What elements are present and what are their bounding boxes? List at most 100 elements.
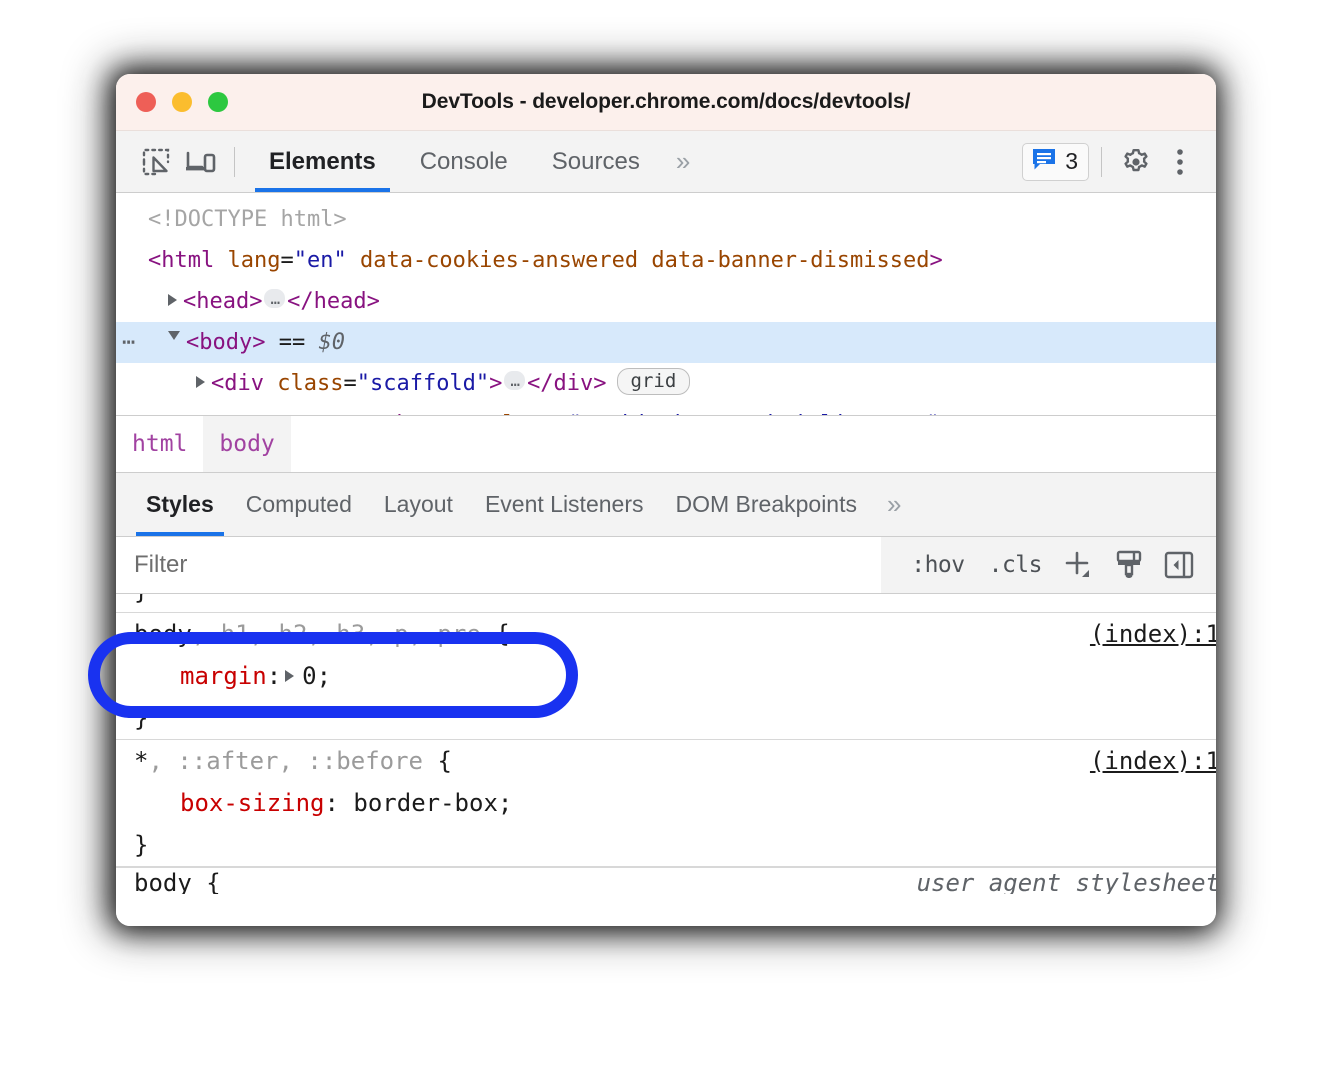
declaration-property-2[interactable]: box-sizing <box>180 789 325 817</box>
selector-matched-universal[interactable]: * <box>134 747 148 775</box>
declaration-colon-2: : <box>325 789 339 817</box>
gear-icon[interactable] <box>1114 140 1158 184</box>
screenshot-stage: DevTools - developer.chrome.com/docs/dev… <box>0 0 1328 1070</box>
div-attr-class-value: "scaffold" <box>357 371 489 396</box>
paintbrush-icon[interactable] <box>1106 543 1152 587</box>
collapse-triangle-body-icon[interactable] <box>168 331 180 346</box>
devtools-main-toolbar: Elements Console Sources » <box>116 131 1216 193</box>
body-eq: == <box>279 330 306 355</box>
tab-console-label: Console <box>420 148 508 176</box>
tab-layout[interactable]: Layout <box>368 473 469 536</box>
tab-sources[interactable]: Sources <box>530 131 662 192</box>
toggle-cls-label: .cls <box>989 552 1042 578</box>
dom-row-doctype[interactable]: <!DOCTYPE html> <box>116 199 1216 240</box>
tab-layout-label: Layout <box>384 491 453 518</box>
breadcrumb-item-html[interactable]: html <box>116 416 203 472</box>
html-tag-open: <html <box>148 248 214 273</box>
banner-attr-class-value: "cookie-banner hairline-top" <box>569 412 940 415</box>
device-toolbar-icon[interactable] <box>178 140 222 184</box>
style-rule-universal[interactable]: *, ::after, ::before { (index):1 box-siz… <box>116 740 1216 867</box>
dom-row-body[interactable]: ⋯<body> == $0 <box>116 322 1216 363</box>
selector-body-ua[interactable]: body { <box>134 869 221 894</box>
tab-sources-label: Sources <box>552 148 640 176</box>
declaration-property[interactable]: margin <box>180 662 267 690</box>
div-attr-eq: = <box>343 371 356 396</box>
more-panels-chevron-icon[interactable]: » <box>662 131 700 192</box>
dom-tree-panel[interactable]: <!DOCTYPE html> <html lang="en" data-coo… <box>116 193 1216 415</box>
body-tag: <body> <box>186 330 265 355</box>
tab-event-listeners[interactable]: Event Listeners <box>469 473 660 536</box>
tab-elements[interactable]: Elements <box>247 131 398 192</box>
three-dot-menu-icon[interactable] <box>1158 140 1202 184</box>
style-rule-closing-brace: } <box>134 704 148 732</box>
style-rule-user-agent-clipped[interactable]: body { user agent stylesheet <box>116 867 1216 894</box>
collapsed-children-badge-div[interactable]: … <box>504 371 525 390</box>
style-rule-closing-brace-row-2: } <box>134 824 1216 866</box>
tab-styles-label: Styles <box>146 491 214 518</box>
head-tag-close: </head> <box>287 289 380 314</box>
style-rule-closing-brace-row: } <box>134 697 1216 739</box>
div-tag-open: <div <box>211 371 277 396</box>
declaration-box-sizing[interactable]: box-sizing: border-box; <box>134 782 1216 824</box>
styles-rules-pane[interactable]: } body, h1, h2, h3, p, pre { (index):1 m… <box>116 594 1216 926</box>
expand-triangle-div-icon[interactable] <box>196 376 205 388</box>
style-origin-link-2[interactable]: (index):1 <box>1090 740 1216 782</box>
breadcrumb-item-body-label: body <box>219 431 274 457</box>
declaration-value[interactable]: 0 <box>302 662 316 690</box>
div-tag-close: </div> <box>527 371 606 396</box>
style-origin-link[interactable]: (index):1 <box>1090 613 1216 655</box>
expand-triangle-head-icon[interactable] <box>168 294 177 306</box>
previous-rule-clipped: } <box>116 594 1216 612</box>
style-rule-selector-row[interactable]: body, h1, h2, h3, p, pre { (index):1 <box>134 613 1216 655</box>
head-tag-open: <head> <box>183 289 262 314</box>
styles-filter-input[interactable]: Filter <box>134 551 187 579</box>
selector-unmatched-pseudo[interactable]: , ::after, ::before <box>148 747 423 775</box>
dom-row-html[interactable]: <html lang="en" data-cookies-answered da… <box>116 240 1216 281</box>
expand-shorthand-triangle-icon[interactable] <box>285 670 294 682</box>
style-rule-closing-brace-2: } <box>134 831 148 859</box>
previous-rule-closing-brace: } <box>134 594 148 612</box>
tab-elements-label: Elements <box>269 148 376 176</box>
html-attr-lang-value: "en" <box>294 248 347 273</box>
toggle-cls-button[interactable]: .cls <box>979 548 1052 582</box>
breadcrumb-item-body[interactable]: body <box>203 416 290 472</box>
more-sidebar-tabs-chevron-icon[interactable]: » <box>873 473 911 536</box>
div-tag-gt: > <box>489 371 502 396</box>
html-attr-banner-dismissed: data-banner-dismissed <box>651 248 929 273</box>
dom-row-announcement-banner[interactable]: <announcement-banner class="cookie-banne… <box>116 404 1216 415</box>
tab-dom-breakpoints[interactable]: DOM Breakpoints <box>659 473 873 536</box>
window-title: DevTools - developer.chrome.com/docs/dev… <box>116 90 1216 114</box>
tab-styles[interactable]: Styles <box>130 473 230 536</box>
collapsed-children-badge[interactable]: … <box>264 289 285 308</box>
breadcrumb: html body <box>116 415 1216 473</box>
dom-row-head[interactable]: <head>…</head> <box>116 281 1216 322</box>
styles-filter-input-wrapper[interactable]: Filter <box>116 537 881 593</box>
selector-open-brace: { <box>481 620 510 648</box>
selector-unmatched-rest[interactable]: , h1, h2, h3, p, pre <box>192 620 481 648</box>
banner-attr-class-name: class <box>489 412 555 415</box>
toggle-sidebar-icon[interactable] <box>1156 543 1202 587</box>
html-attr-cookies-answered: data-cookies-answered <box>360 248 638 273</box>
toggle-hov-button[interactable]: :hov <box>901 548 974 582</box>
breadcrumb-item-html-label: html <box>132 431 187 457</box>
tab-computed-label: Computed <box>246 491 352 518</box>
issues-count: 3 <box>1065 148 1078 175</box>
tab-computed[interactable]: Computed <box>230 473 368 536</box>
grid-badge[interactable]: grid <box>617 368 691 395</box>
selector-matched-body[interactable]: body <box>134 620 192 648</box>
plus-new-style-rule-icon[interactable] <box>1056 543 1102 587</box>
panel-tab-list: Elements Console Sources » <box>247 131 700 192</box>
issues-button[interactable]: 3 <box>1022 143 1089 181</box>
toolbar-right-actions: 3 <box>1022 140 1202 184</box>
issues-message-icon <box>1031 147 1057 176</box>
inspect-element-icon[interactable] <box>134 140 178 184</box>
row-overflow-dots-icon[interactable]: ⋯ <box>122 322 133 363</box>
dom-row-div-scaffold[interactable]: <div class="scaffold">…</div>grid <box>116 363 1216 404</box>
declaration-margin[interactable]: margin:0; <box>134 655 1216 697</box>
style-rule-selector-row-2[interactable]: *, ::after, ::before { (index):1 <box>134 740 1216 782</box>
style-rule-body-headings[interactable]: body, h1, h2, h3, p, pre { (index):1 mar… <box>116 612 1216 740</box>
declaration-value-2[interactable]: border-box <box>353 789 498 817</box>
more-panels-label: » <box>676 146 686 177</box>
tab-console[interactable]: Console <box>398 131 530 192</box>
more-sidebar-tabs-label: » <box>887 489 897 520</box>
